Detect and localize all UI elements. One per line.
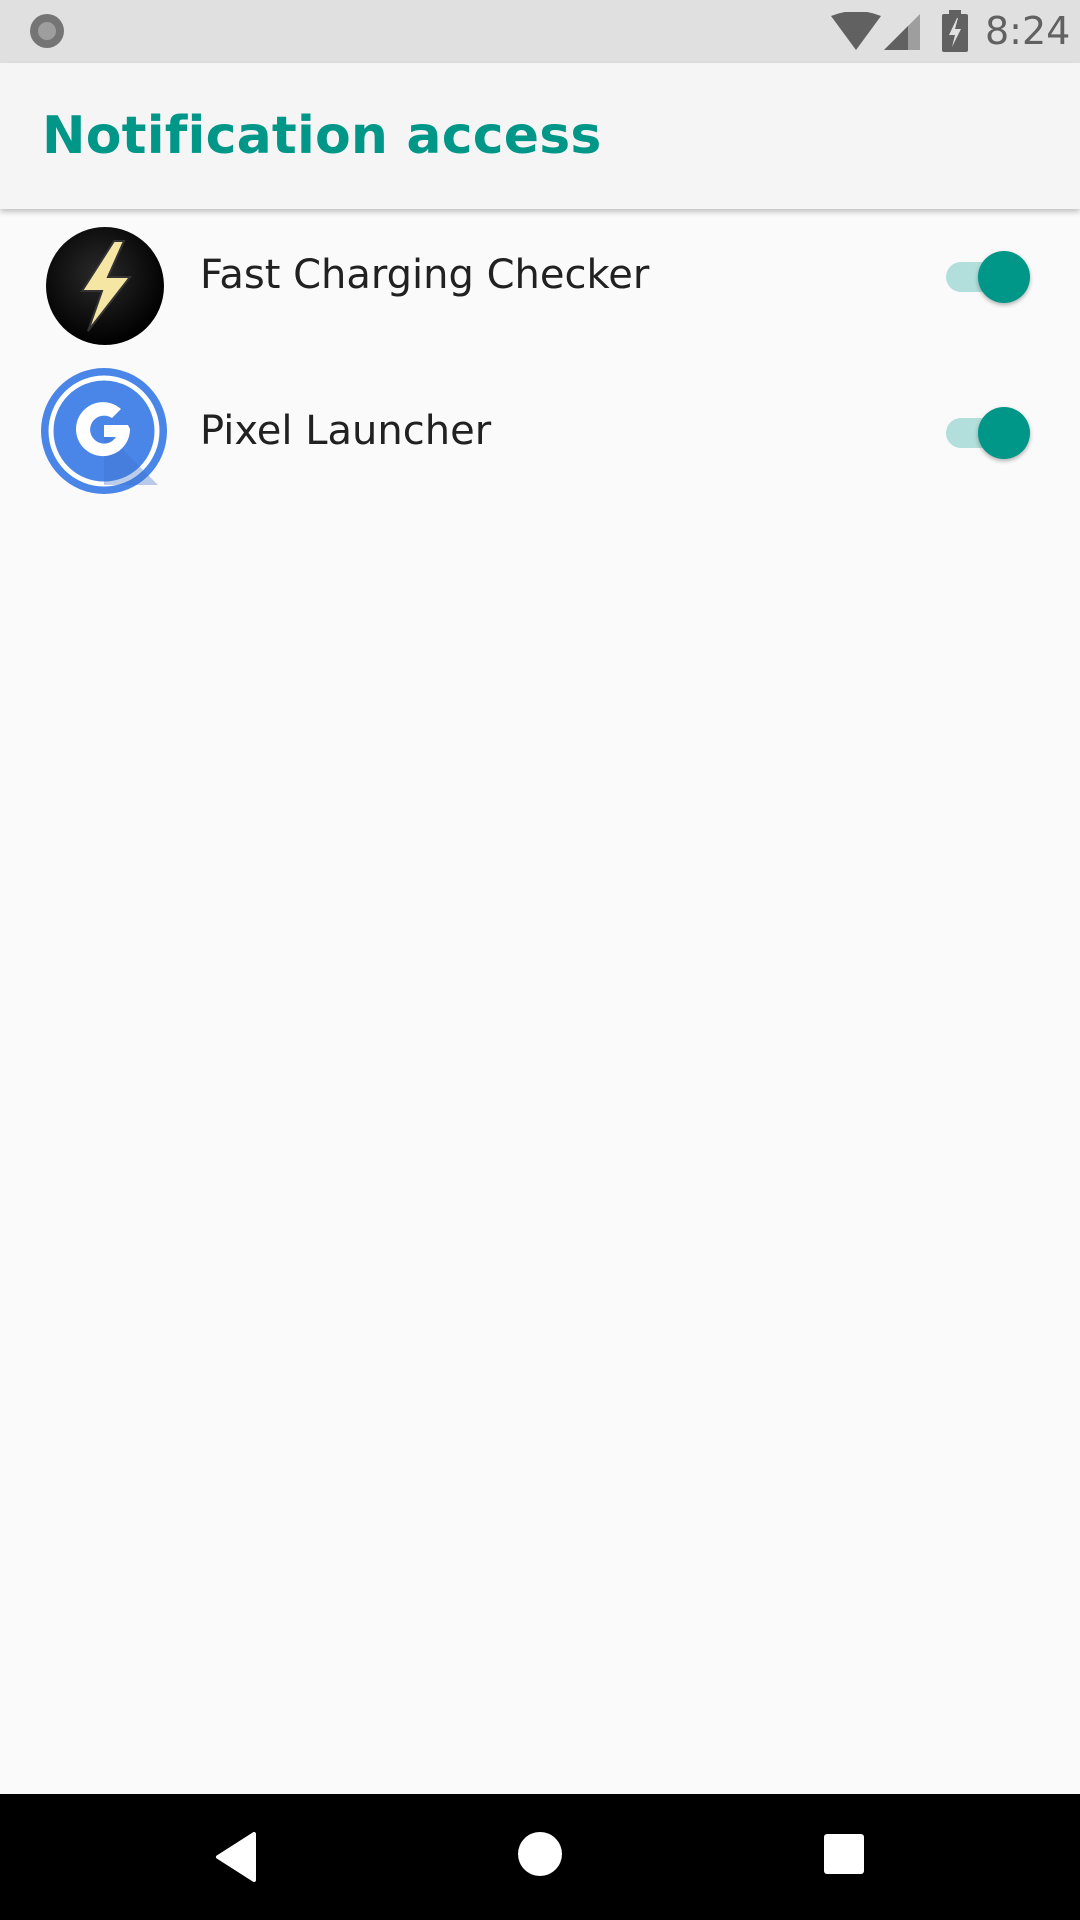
app-name: Fast Charging Checker xyxy=(200,252,650,298)
wifi-icon xyxy=(831,12,881,50)
lightning-bolt-icon xyxy=(46,227,164,345)
app-bar: Notification access xyxy=(0,63,1080,209)
page-title: Notification access xyxy=(42,106,602,166)
app-list: Fast Charging Checker Pixel Launcher xyxy=(0,209,1080,505)
cell-signal-icon xyxy=(884,14,920,50)
battery-charging-icon xyxy=(942,10,968,52)
toggle-thumb xyxy=(978,407,1030,459)
status-bar: 8:24 xyxy=(0,0,1080,63)
status-time: 8:24 xyxy=(985,9,1071,53)
back-icon[interactable] xyxy=(214,1832,258,1882)
home-icon[interactable] xyxy=(518,1832,562,1876)
toggle-thumb xyxy=(978,251,1030,303)
notification-dot-icon xyxy=(30,14,64,48)
notification-access-toggle[interactable] xyxy=(944,407,1030,459)
app-name: Pixel Launcher xyxy=(200,408,492,454)
navigation-bar xyxy=(0,1794,1080,1920)
list-item-pixel-launcher[interactable]: Pixel Launcher xyxy=(0,357,1080,505)
list-item-fast-charging-checker[interactable]: Fast Charging Checker xyxy=(0,209,1080,357)
notification-access-toggle[interactable] xyxy=(944,251,1030,303)
recents-icon[interactable] xyxy=(824,1834,864,1874)
google-g-icon xyxy=(41,368,167,494)
